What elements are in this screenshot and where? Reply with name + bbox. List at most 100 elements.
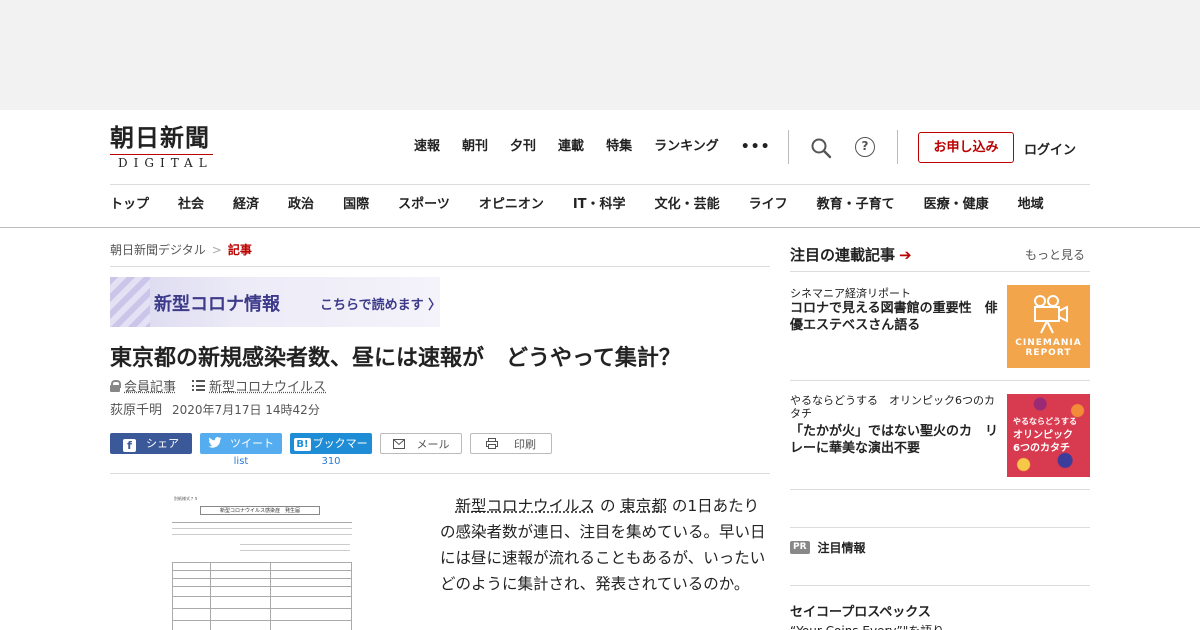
- subscribe-button[interactable]: お申し込み: [918, 132, 1014, 163]
- sponsor-subtitle[interactable]: “Your Coins Every”"を語り: [790, 622, 944, 630]
- hatena-bookmark-button[interactable]: B! ブックマーク: [290, 433, 372, 471]
- doc-line: [172, 620, 352, 621]
- top-nav-breaking[interactable]: 速報: [414, 137, 440, 157]
- breadcrumb-home[interactable]: 朝日新聞デジタル: [110, 243, 206, 257]
- mail-share-label: メール: [416, 438, 450, 451]
- twitter-share-label: ツイート: [230, 437, 274, 450]
- site-logo[interactable]: 朝日新聞 DIGITAL: [110, 124, 242, 170]
- corona-info-banner[interactable]: 新型コロナ情報 こちらで読めます 〉: [110, 277, 440, 327]
- pr-badge: PR: [790, 541, 810, 554]
- topic-tag[interactable]: 新型コロナウイルス: [209, 376, 326, 395]
- top-nav-series[interactable]: 連載: [558, 137, 584, 157]
- cat-sports[interactable]: スポーツ: [398, 196, 450, 214]
- top-nav-morning[interactable]: 朝刊: [462, 137, 488, 157]
- sidebar-item-headline[interactable]: 「たかが火」ではない聖火のカ リレーに華美な演出不要: [790, 423, 998, 457]
- sidebar-item-category[interactable]: やるならどうする オリンピック6つのカタチ: [790, 394, 1005, 420]
- more-menu-icon[interactable]: •••: [741, 137, 771, 157]
- olympic-thumb-label-3: 6つのカタチ: [1013, 443, 1070, 454]
- banner-title: 新型コロナ情報: [154, 294, 280, 315]
- sidebar-separator: [790, 527, 1090, 528]
- sidebar-separator: [790, 585, 1090, 586]
- article-figure-document[interactable]: 別紙様式７５ 新型コロナウイルス感染症 発生届: [160, 492, 356, 630]
- cat-top[interactable]: トップ: [110, 196, 149, 214]
- cat-international[interactable]: 国際: [343, 196, 369, 214]
- facebook-icon: f: [123, 439, 136, 452]
- pr-section-header: PR 注目情報: [790, 539, 866, 556]
- sidebar-item-category[interactable]: シネマニア経済リポート: [790, 285, 911, 301]
- site-header: 朝日新聞 DIGITAL 速報 朝刊 夕刊 連載 特集 ランキング ••• ? …: [0, 110, 1200, 228]
- lock-icon: [110, 379, 121, 392]
- breadcrumb-separator: >: [211, 243, 222, 257]
- printer-icon: [486, 438, 498, 449]
- cat-health[interactable]: 医療・健康: [924, 196, 989, 214]
- cat-society[interactable]: 社会: [178, 196, 204, 214]
- doc-line: [172, 522, 352, 523]
- header-separator: [110, 184, 1090, 185]
- sidebar-separator: [790, 380, 1090, 381]
- publish-date: 2020年7月17日 14時42分: [172, 403, 320, 417]
- cat-life[interactable]: ライフ: [749, 196, 788, 214]
- search-icon[interactable]: [810, 137, 832, 159]
- doc-vline: [270, 562, 271, 630]
- doc-line: [172, 586, 352, 587]
- doc-line: [240, 544, 350, 545]
- topic-link-tokyo[interactable]: 東京都: [620, 497, 667, 515]
- share-separator-line: [110, 473, 770, 474]
- breadcrumb: 朝日新聞デジタル > 記事: [110, 241, 252, 258]
- top-nav-evening[interactable]: 夕刊: [510, 137, 536, 157]
- banner-stripe: [110, 277, 150, 327]
- cat-politics[interactable]: 政治: [288, 196, 314, 214]
- doc-line: [240, 550, 350, 551]
- print-label: 印刷: [514, 438, 536, 451]
- twitter-share-button[interactable]: ツイート: [200, 433, 282, 454]
- twitter-bird-icon: [208, 437, 222, 448]
- top-nav-ranking[interactable]: ランキング: [654, 137, 719, 157]
- doc-line: [172, 596, 352, 597]
- mail-share-button[interactable]: メール: [380, 433, 462, 454]
- hatena-count[interactable]: 310: [290, 456, 372, 467]
- cat-it-science[interactable]: IT・科学: [573, 196, 626, 214]
- doc-vline: [172, 562, 173, 630]
- sidebar-separator: [790, 489, 1090, 490]
- sidebar-separator: [790, 271, 1090, 272]
- film-camera-icon: [1034, 295, 1068, 334]
- doc-vline: [351, 562, 352, 630]
- article-body-lead: 新型コロナウイルス の 東京都 の1日あたりの感染者数が連日、注目を集めている。…: [440, 493, 770, 597]
- doc-title: 新型コロナウイルス感染症 発生届: [200, 506, 320, 515]
- body-text-fragment: の: [595, 497, 621, 515]
- header-divider: [897, 130, 898, 164]
- cat-economy[interactable]: 経済: [233, 196, 259, 214]
- byline: 荻原千明 2020年7月17日 14時42分: [110, 399, 320, 418]
- mail-icon: [392, 439, 405, 449]
- facebook-share-button[interactable]: f シェア: [110, 433, 192, 454]
- facebook-share-label: シェア: [146, 437, 179, 450]
- cat-culture[interactable]: 文化・芸能: [655, 196, 720, 214]
- topic-link-covid[interactable]: 新型コロナウイルス: [456, 497, 596, 515]
- doc-line: [172, 528, 352, 529]
- cinemania-thumbnail[interactable]: CINEMANIA REPORT: [1007, 285, 1090, 368]
- doc-line: [172, 534, 352, 535]
- member-article-tag[interactable]: 会員記事: [124, 376, 176, 395]
- cat-opinion[interactable]: オピニオン: [479, 196, 544, 214]
- doc-line: [172, 608, 352, 609]
- cat-region[interactable]: 地域: [1018, 196, 1044, 214]
- doc-line: [172, 570, 352, 571]
- olympic-thumbnail[interactable]: やるならどうする オリンピック 6つのカタチ: [1007, 394, 1090, 477]
- help-icon[interactable]: ?: [855, 137, 875, 157]
- top-ad-area: [0, 0, 1200, 110]
- doc-vline: [210, 562, 211, 630]
- doc-line: [172, 562, 352, 563]
- cat-education[interactable]: 教育・子育て: [817, 196, 895, 214]
- arrow-right-icon: ➔: [899, 246, 912, 264]
- top-nav: 速報 朝刊 夕刊 連載 特集 ランキング •••: [414, 137, 793, 157]
- sidebar-title[interactable]: 注目の連載記事 ➔: [790, 244, 912, 265]
- sponsor-title[interactable]: セイコープロスペックス: [790, 601, 931, 620]
- login-link[interactable]: ログイン: [1024, 139, 1076, 158]
- sidebar-more-link[interactable]: もっと見る: [1025, 246, 1085, 263]
- top-nav-feature[interactable]: 特集: [606, 137, 632, 157]
- sidebar-title-text: 注目の連載記事: [790, 246, 896, 264]
- twitter-count[interactable]: list: [200, 456, 282, 467]
- sidebar-item-headline[interactable]: コロナで見える図書館の重要性 俳優エステベスさん語る: [790, 300, 998, 334]
- print-button[interactable]: 印刷: [470, 433, 552, 454]
- doc-line: [172, 578, 352, 579]
